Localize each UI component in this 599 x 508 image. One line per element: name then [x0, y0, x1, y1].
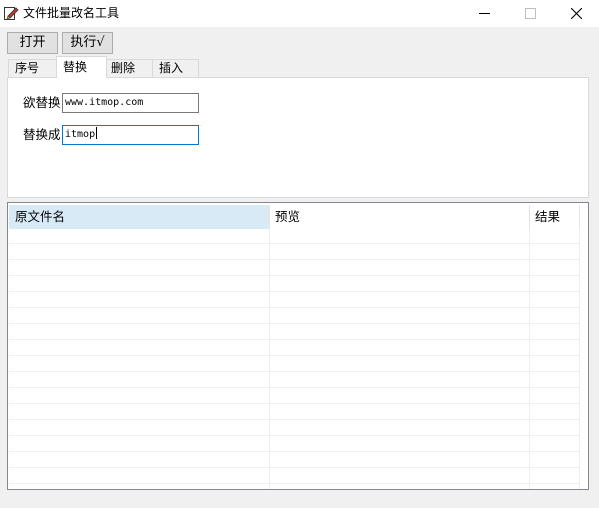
file-list[interactable]: 原文件名 预览 结果	[7, 202, 589, 490]
close-button[interactable]	[553, 0, 599, 27]
replace-input[interactable]: itmop	[62, 125, 199, 145]
find-input[interactable]: www.itmop.com	[62, 93, 199, 113]
tab-delete[interactable]: 删除	[104, 59, 154, 77]
window-title: 文件批量改名工具	[23, 6, 120, 20]
column-header-preview[interactable]: 预览	[269, 205, 529, 229]
column-header-result[interactable]: 结果	[529, 205, 579, 229]
tab-replace[interactable]: 替换	[56, 56, 107, 78]
column-header-original-name[interactable]: 原文件名	[9, 205, 269, 229]
tab-insert[interactable]: 插入	[152, 59, 199, 77]
find-label: 欲替换	[23, 95, 61, 110]
title-bar: 文件批量改名工具	[0, 0, 599, 27]
replace-panel: 欲替换 www.itmop.com 替换成 itmop	[7, 77, 589, 198]
minimize-button[interactable]	[461, 0, 507, 27]
open-button[interactable]: 打开	[7, 32, 58, 54]
execute-button[interactable]: 执行√	[62, 32, 113, 54]
replace-label: 替换成	[23, 127, 61, 142]
edit-pencil-icon	[3, 5, 19, 21]
tab-sequence[interactable]: 序号	[8, 59, 57, 77]
maximize-button[interactable]	[507, 0, 553, 27]
